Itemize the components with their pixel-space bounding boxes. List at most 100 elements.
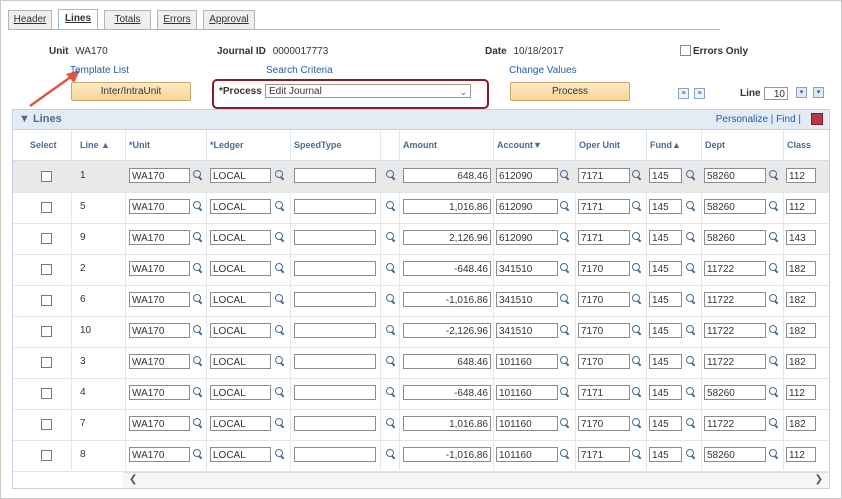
account-input[interactable]: 101160	[496, 385, 558, 400]
speedtype-input[interactable]	[294, 385, 376, 400]
expand-all-icon[interactable]: ≡	[678, 88, 689, 99]
lookup-icon[interactable]	[768, 386, 780, 398]
account-input[interactable]: 341510	[496, 323, 558, 338]
lookup-icon[interactable]	[559, 200, 571, 212]
lookup-icon[interactable]	[385, 169, 397, 181]
oper-unit-input[interactable]: 7170	[578, 354, 630, 369]
fund-input[interactable]: 145	[649, 385, 682, 400]
dept-input[interactable]: 58260	[704, 168, 766, 183]
account-input[interactable]: 612090	[496, 168, 558, 183]
unit-input[interactable]: WA170	[129, 261, 190, 276]
lookup-icon[interactable]	[685, 386, 697, 398]
lookup-icon[interactable]	[768, 324, 780, 336]
lookup-icon[interactable]	[631, 417, 643, 429]
row-select-checkbox[interactable]	[41, 419, 52, 430]
speedtype-input[interactable]	[294, 168, 376, 183]
lookup-icon[interactable]	[559, 448, 571, 460]
dept-input[interactable]: 11722	[704, 292, 766, 307]
lookup-icon[interactable]	[768, 448, 780, 460]
lookup-icon[interactable]	[631, 293, 643, 305]
lookup-icon[interactable]	[768, 169, 780, 181]
lookup-icon[interactable]	[274, 169, 286, 181]
class-input[interactable]: 182	[786, 323, 816, 338]
lookup-icon[interactable]	[385, 293, 397, 305]
amount-input[interactable]: -648.46	[403, 261, 491, 276]
tab-approval[interactable]: Approval	[203, 10, 255, 29]
change-values-link[interactable]: Change Values	[509, 65, 577, 76]
amount-input[interactable]: -1,016.86	[403, 447, 491, 462]
row-select-checkbox[interactable]	[41, 357, 52, 368]
lookup-icon[interactable]	[768, 355, 780, 367]
row-select-checkbox[interactable]	[41, 388, 52, 399]
account-input[interactable]: 612090	[496, 199, 558, 214]
unit-input[interactable]: WA170	[129, 354, 190, 369]
lookup-icon[interactable]	[192, 448, 204, 460]
speedtype-input[interactable]	[294, 261, 376, 276]
fund-input[interactable]: 145	[649, 416, 682, 431]
class-input[interactable]: 112	[786, 385, 816, 400]
row-select-checkbox[interactable]	[41, 233, 52, 244]
lookup-icon[interactable]	[192, 200, 204, 212]
account-input[interactable]: 101160	[496, 354, 558, 369]
oper-unit-input[interactable]: 7170	[578, 416, 630, 431]
unit-input[interactable]: WA170	[129, 323, 190, 338]
row-select-checkbox[interactable]	[41, 326, 52, 337]
unit-input[interactable]: WA170	[129, 292, 190, 307]
amount-input[interactable]: 2,126.96	[403, 230, 491, 245]
lookup-icon[interactable]	[768, 231, 780, 243]
col-fund[interactable]: Fund▲	[650, 130, 681, 160]
lookup-icon[interactable]	[559, 231, 571, 243]
lookup-icon[interactable]	[274, 262, 286, 274]
speedtype-input[interactable]	[294, 230, 376, 245]
oper-unit-input[interactable]: 7170	[578, 261, 630, 276]
lookup-icon[interactable]	[559, 324, 571, 336]
fund-input[interactable]: 145	[649, 168, 682, 183]
lookup-icon[interactable]	[192, 169, 204, 181]
dept-input[interactable]: 11722	[704, 323, 766, 338]
amount-input[interactable]: -648.46	[403, 385, 491, 400]
tab-errors[interactable]: Errors	[157, 10, 197, 29]
search-criteria-link[interactable]: Search Criteria	[266, 65, 333, 76]
lookup-icon[interactable]	[192, 293, 204, 305]
dept-input[interactable]: 58260	[704, 230, 766, 245]
lookup-icon[interactable]	[385, 417, 397, 429]
lookup-icon[interactable]	[274, 355, 286, 367]
lookup-icon[interactable]	[631, 355, 643, 367]
unit-input[interactable]: WA170	[129, 168, 190, 183]
account-input[interactable]: 341510	[496, 292, 558, 307]
fund-input[interactable]: 145	[649, 292, 682, 307]
lookup-icon[interactable]	[192, 355, 204, 367]
process-select[interactable]: Edit Journal ⌄	[265, 84, 471, 98]
lookup-icon[interactable]	[559, 293, 571, 305]
fund-input[interactable]: 145	[649, 323, 682, 338]
class-input[interactable]: 182	[786, 292, 816, 307]
amount-input[interactable]: 648.46	[403, 354, 491, 369]
speedtype-input[interactable]	[294, 199, 376, 214]
speedtype-input[interactable]	[294, 416, 376, 431]
lookup-icon[interactable]	[631, 324, 643, 336]
amount-input[interactable]: -2,126.96	[403, 323, 491, 338]
lookup-icon[interactable]	[631, 262, 643, 274]
class-input[interactable]: 182	[786, 416, 816, 431]
row-select-checkbox[interactable]	[41, 171, 52, 182]
amount-input[interactable]: -1,016.86	[403, 292, 491, 307]
ledger-input[interactable]: LOCAL	[210, 230, 271, 245]
dept-input[interactable]: 11722	[704, 354, 766, 369]
process-button[interactable]: Process	[510, 82, 630, 101]
speedtype-input[interactable]	[294, 447, 376, 462]
dept-input[interactable]: 11722	[704, 261, 766, 276]
lookup-icon[interactable]	[192, 417, 204, 429]
grid-toolbar[interactable]: Personalize | Find |	[716, 114, 801, 125]
lookup-icon[interactable]	[685, 293, 697, 305]
class-input[interactable]: 182	[786, 261, 816, 276]
unit-input[interactable]: WA170	[129, 447, 190, 462]
lookup-icon[interactable]	[685, 169, 697, 181]
ledger-input[interactable]: LOCAL	[210, 168, 271, 183]
lookup-icon[interactable]	[559, 169, 571, 181]
fund-input[interactable]: 145	[649, 354, 682, 369]
add-row-icon[interactable]: ▾	[796, 87, 807, 98]
lookup-icon[interactable]	[385, 355, 397, 367]
dept-input[interactable]: 58260	[704, 447, 766, 462]
tab-lines[interactable]: Lines	[58, 9, 98, 30]
dept-input[interactable]: 58260	[704, 385, 766, 400]
